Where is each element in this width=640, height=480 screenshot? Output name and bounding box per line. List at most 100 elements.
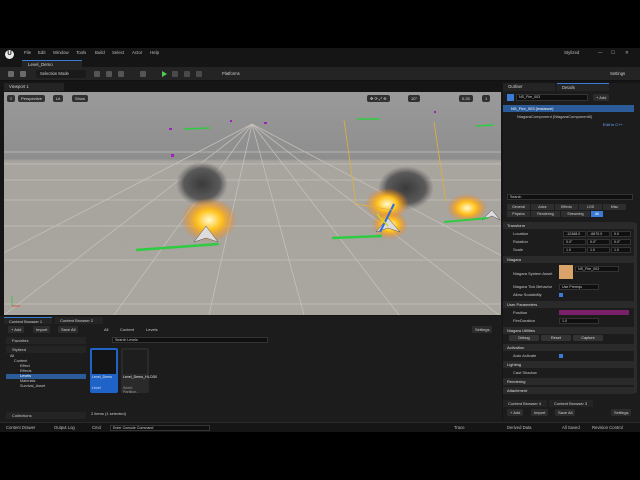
scale-y[interactable]: 1.0 [587, 247, 610, 253]
menu-window[interactable]: Window [53, 50, 69, 55]
close-icon[interactable]: ✕ [625, 50, 629, 56]
scale-x[interactable]: 1.0 [563, 247, 586, 253]
import-button[interactable]: Import [33, 326, 51, 333]
play-options-icon[interactable] [172, 71, 178, 77]
details-tab[interactable]: Details [557, 83, 609, 91]
unreal-logo-icon[interactable]: U [5, 50, 14, 59]
content-browser-tab-2[interactable]: Content Browser 2 [55, 317, 103, 324]
cb3-tab[interactable]: Content Browser 3 [549, 400, 593, 407]
cmd-dropdown[interactable]: Cmd [92, 425, 101, 430]
tick-behavior-dropdown[interactable]: Use Prereqs [559, 284, 599, 290]
filter-misc[interactable]: Misc [603, 204, 626, 210]
menu-tools[interactable]: Tools [76, 50, 86, 55]
cb3-settings-button[interactable]: Settings [611, 409, 632, 416]
location-y[interactable]: -6670.0 [587, 231, 610, 237]
cb3-add-button[interactable]: + Add [507, 409, 524, 416]
rotation-z[interactable]: 0.0° [611, 239, 631, 245]
minimize-icon[interactable]: — [598, 50, 602, 55]
asset-tile[interactable]: Level_Demo Level [90, 348, 118, 393]
fire-duration-field[interactable]: 1.0 [559, 318, 599, 324]
scale-z[interactable]: 1.0 [611, 247, 631, 253]
content-drawer-button[interactable]: Content Drawer [6, 425, 35, 430]
location-x[interactable]: -12468.0 [563, 231, 586, 237]
cb3-import-button[interactable]: Import [531, 409, 549, 416]
rendering-section[interactable]: Rendering [503, 378, 634, 385]
menu-build[interactable]: Build [95, 50, 105, 55]
all-saved-indicator[interactable]: All Saved [562, 425, 580, 430]
maximize-icon[interactable]: ☐ [611, 50, 615, 56]
play-icon[interactable] [162, 71, 167, 77]
transform-tools[interactable]: ✥ ⟳ ⤢ ⊕ [367, 95, 390, 102]
level-tab[interactable]: Level_Demo [22, 60, 82, 67]
show-button[interactable]: Show [72, 95, 89, 102]
content-icon[interactable] [20, 71, 26, 77]
filter-lod[interactable]: LOD [579, 204, 602, 210]
menu-actor[interactable]: Actor [132, 50, 142, 55]
derived-data-button[interactable]: Derived Data [507, 425, 531, 430]
debug-button[interactable]: Debug [509, 335, 539, 341]
menu-edit[interactable]: Edit [38, 50, 46, 55]
capture-button[interactable]: Capture [573, 335, 603, 341]
system-asset-dropdown[interactable]: NS_Fire_003 [575, 266, 619, 272]
rotation-y[interactable]: 0.0° [587, 239, 610, 245]
menu-select[interactable]: Select [112, 50, 124, 55]
favorites-header[interactable]: Favorites [6, 337, 86, 344]
actor-name-field[interactable]: NS_Fire_003 [516, 94, 588, 101]
camera-speed[interactable]: 1 [482, 95, 491, 102]
filter-physics[interactable]: Physics [507, 211, 530, 217]
perspective-button[interactable]: Perspective [18, 95, 45, 102]
snap-angle[interactable]: 10° [408, 95, 421, 102]
viewport-menu-icon[interactable]: ≡ [7, 95, 16, 102]
position-color[interactable] [559, 310, 629, 315]
fire-effect-center[interactable] [331, 119, 447, 240]
niagara-section[interactable]: Niagara [503, 256, 634, 263]
cb3-save-all-button[interactable]: Save All [555, 409, 576, 416]
output-log-button[interactable]: Output Log [54, 425, 75, 430]
menu-help[interactable]: Help [150, 50, 159, 55]
content-browser-tab-1[interactable]: Content Browser 1 [4, 317, 52, 324]
blueprint-icon[interactable] [106, 71, 112, 77]
allow-scalability-checkbox[interactable] [559, 293, 563, 297]
level-viewport[interactable]: ≡ Perspective Lit Show ✥ ⟳ ⤢ ⊕ 10° 0.25 … [4, 92, 501, 315]
edit-cpp-link[interactable]: Edit in C++ [599, 121, 639, 128]
details-search-input[interactable]: Search [507, 194, 633, 200]
simulate-icon[interactable] [184, 71, 190, 77]
filter-effects[interactable]: Effects [555, 204, 578, 210]
mode-icon[interactable] [140, 71, 146, 77]
rotation-x[interactable]: 0.0° [563, 239, 586, 245]
console-command-input[interactable]: Enter Console Command [110, 425, 210, 431]
settings-button[interactable]: Settings [610, 70, 625, 78]
trace-button[interactable]: Trace [454, 425, 465, 430]
fire-effect-left[interactable] [135, 162, 237, 252]
viewport-tab[interactable]: Viewport 1 [4, 83, 64, 91]
activation-section[interactable]: Activation [503, 344, 634, 351]
component-row[interactable]: NiagaraComponent (NiagaraComponent0) [503, 113, 634, 120]
reset-button[interactable]: Reset [541, 335, 571, 341]
instance-row[interactable]: NS_Fire_003 (Instance) [503, 105, 634, 112]
add-actor-icon[interactable] [94, 71, 100, 77]
stop-icon[interactable] [196, 71, 202, 77]
add-button[interactable]: + Add [8, 326, 25, 333]
selection-mode-dropdown[interactable]: Selection Mode [36, 70, 86, 78]
filter-all[interactable]: All [591, 211, 603, 217]
cb-settings-button[interactable]: Settings [472, 326, 493, 333]
save-icon[interactable] [8, 71, 14, 77]
lit-button[interactable]: Lit [53, 95, 64, 102]
cb-search-input[interactable]: Search Levels [112, 337, 268, 343]
filter-actor[interactable]: Actor [531, 204, 554, 210]
transform-section[interactable]: Transform [503, 222, 634, 229]
details-scrollbar[interactable] [634, 223, 637, 393]
revision-control-button[interactable]: Revision Control [592, 425, 623, 430]
filter-rendering[interactable]: Rendering [531, 211, 560, 217]
lighting-section[interactable]: Lighting [503, 361, 634, 368]
add-component-button[interactable]: + Add [593, 94, 610, 101]
location-z[interactable]: 0.0 [611, 231, 631, 237]
asset-tile[interactable]: Level_Demo_HLOD0 World Partition... [121, 348, 157, 394]
outliner-tab[interactable]: Outliner [503, 83, 555, 91]
system-asset-thumbnail[interactable] [559, 265, 573, 279]
snap-scale[interactable]: 0.25 [459, 95, 473, 102]
fire-effect-right[interactable] [443, 194, 501, 223]
project-header[interactable]: Stylized [6, 346, 86, 353]
save-all-button[interactable]: Save All [58, 326, 79, 333]
platforms-button[interactable]: Platforms [222, 70, 240, 78]
